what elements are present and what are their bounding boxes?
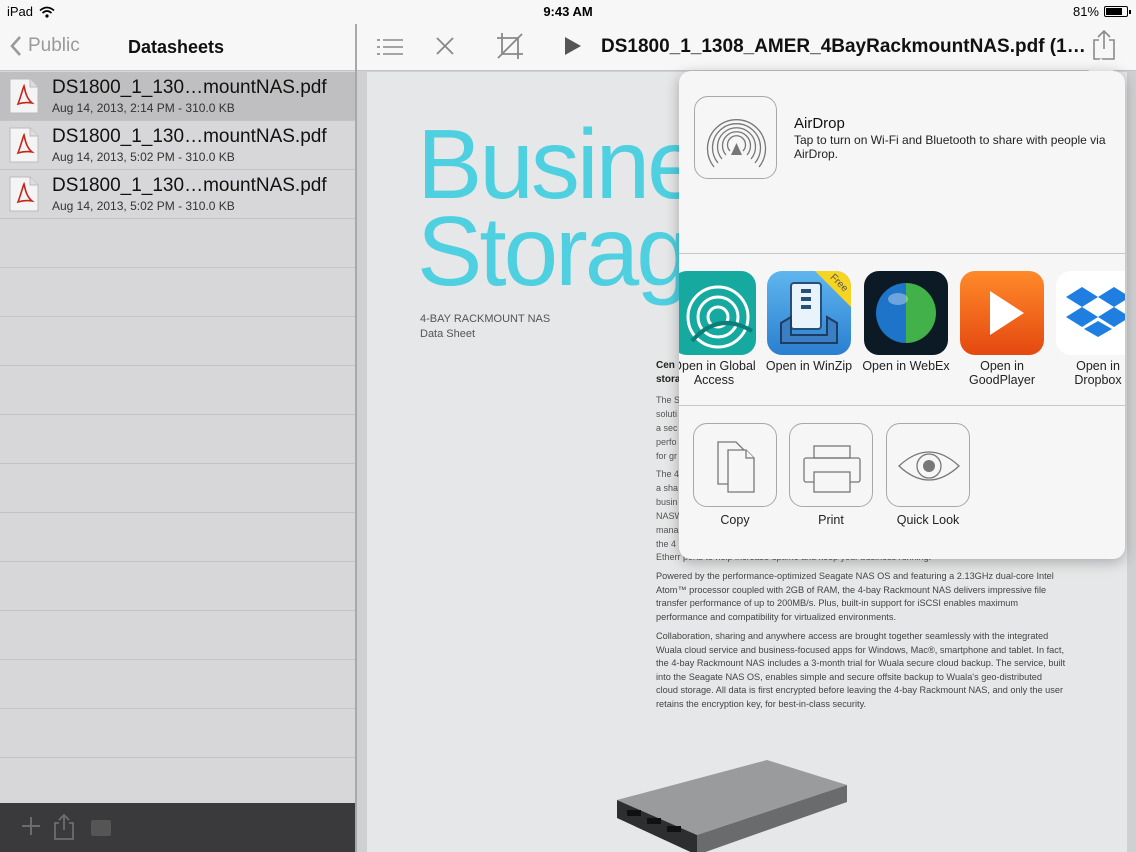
- file-name: DS1800_1_130…mountNAS.pdf: [52, 77, 327, 98]
- chevron-left-icon: [10, 36, 21, 56]
- text-fragment: The S: [656, 395, 681, 405]
- airdrop-title: AirDrop: [794, 115, 845, 132]
- airdrop-description: Tap to turn on Wi-Fi and Bluetooth to sh…: [794, 133, 1106, 161]
- file-meta: Aug 14, 2013, 5:02 PM - 310.0 KB: [52, 199, 235, 213]
- sidebar-toolbar: [0, 803, 355, 852]
- webex-icon: [864, 271, 948, 355]
- folder-icon[interactable]: [90, 817, 112, 837]
- print-icon: [789, 423, 873, 507]
- list-icon[interactable]: [377, 38, 403, 56]
- nas-device-image: [617, 760, 847, 852]
- add-icon[interactable]: [20, 815, 42, 837]
- text-fragment: mana: [656, 525, 679, 535]
- quick-look-action[interactable]: Quick Look: [883, 423, 973, 527]
- winzip-icon: Free: [767, 271, 851, 355]
- crop-icon[interactable]: [496, 32, 524, 60]
- clock: 9:43 AM: [543, 4, 593, 19]
- global-access-icon: [679, 271, 756, 355]
- empty-row: [0, 415, 355, 464]
- empty-row: [0, 611, 355, 660]
- text-fragment: soluti: [656, 409, 678, 419]
- sidebar-nav-bar: Public Datasheets: [0, 24, 355, 71]
- open-in-global-access[interactable]: Open in Global Access: [679, 271, 759, 387]
- pdf-file-icon: [9, 78, 39, 114]
- dropbox-icon: [1056, 271, 1125, 355]
- copy-action[interactable]: Copy: [690, 423, 780, 527]
- back-label: Public: [28, 35, 80, 56]
- pdf-file-icon: [9, 176, 39, 212]
- app-label: Open in WebEx: [862, 359, 950, 373]
- app-label: Open in WinZip: [765, 359, 853, 373]
- file-row[interactable]: DS1800_1_130…mountNAS.pdf Aug 14, 2013, …: [0, 170, 355, 219]
- body-paragraph: Collaboration, sharing and anywhere acce…: [656, 631, 1066, 709]
- share-sheet: AirDrop Tap to turn on Wi-Fi and Bluetoo…: [679, 71, 1125, 559]
- action-label: Copy: [720, 513, 750, 527]
- file-row[interactable]: DS1800_1_130…mountNAS.pdf Aug 14, 2013, …: [0, 121, 355, 170]
- file-name: DS1800_1_130…mountNAS.pdf: [52, 175, 327, 196]
- status-right: 81%: [1072, 4, 1131, 19]
- doc-type: Data Sheet: [420, 328, 476, 340]
- sidebar: Public Datasheets DS1800_1_130…mountNAS.…: [0, 0, 355, 852]
- open-in-winzip[interactable]: Free Open in WinZip: [764, 271, 854, 373]
- share-icon[interactable]: [53, 813, 75, 841]
- section-heading-fragment: Cen: [656, 360, 675, 371]
- close-icon[interactable]: [435, 36, 455, 56]
- file-row[interactable]: DS1800_1_130…mountNAS.pdf Aug 14, 2013, …: [0, 72, 355, 121]
- text-fragment: the 4: [656, 539, 677, 549]
- text-fragment: The 4: [656, 469, 680, 479]
- empty-row: [0, 513, 355, 562]
- empty-row: [0, 464, 355, 513]
- empty-row: [0, 366, 355, 415]
- headline-line-2: Storag: [417, 196, 691, 306]
- action-label: Quick Look: [896, 513, 960, 527]
- separator: [679, 253, 1125, 254]
- empty-row: [0, 709, 355, 758]
- sidebar-title: Datasheets: [128, 37, 225, 57]
- file-meta: Aug 14, 2013, 2:14 PM - 310.0 KB: [52, 101, 235, 115]
- open-in-webex[interactable]: Open in WebEx: [861, 271, 951, 373]
- airdrop-icon: [706, 119, 767, 168]
- share-icon[interactable]: [1092, 29, 1116, 61]
- empty-row: [0, 660, 355, 709]
- print-action[interactable]: Print: [786, 423, 876, 527]
- back-button[interactable]: Public: [9, 35, 80, 57]
- text-fragment: perfo: [656, 437, 677, 447]
- text-fragment: for gr: [656, 451, 678, 461]
- ipad-screen: Public Datasheets DS1800_1_130…mountNAS.…: [0, 0, 1136, 852]
- open-in-dropbox[interactable]: Open in Dropbox: [1053, 271, 1125, 387]
- battery-percent: 81%: [1072, 4, 1099, 19]
- empty-row: [0, 268, 355, 317]
- airdrop-button[interactable]: [694, 96, 777, 179]
- app-label: Open in Global Access: [679, 359, 756, 387]
- document-title: DS1800_1_1308_AMER_4BayRackmountNAS.pdf …: [601, 36, 1086, 57]
- status-bar: iPad 9:43 AM 81%: [0, 0, 1136, 24]
- empty-row: [0, 562, 355, 611]
- text-fragment: a sha: [656, 483, 679, 493]
- empty-row: [0, 219, 355, 268]
- app-label: Open in Dropbox: [1074, 359, 1122, 387]
- section-heading-fragment: stora: [656, 374, 681, 385]
- file-name: DS1800_1_130…mountNAS.pdf: [52, 126, 327, 147]
- document-toolbar: DS1800_1_1308_AMER_4BayRackmountNAS.pdf …: [357, 24, 1136, 71]
- product-name: 4-BAY RACKMOUNT NAS: [420, 313, 551, 325]
- text-fragment: a sec: [656, 423, 678, 433]
- pdf-file-icon: [9, 127, 39, 163]
- battery-icon: [1104, 6, 1131, 17]
- empty-row: [0, 317, 355, 366]
- body-paragraph: Powered by the performance-optimized Sea…: [656, 571, 1054, 622]
- file-list: DS1800_1_130…mountNAS.pdf Aug 14, 2013, …: [0, 72, 355, 758]
- text-fragment: busin: [656, 497, 678, 507]
- goodplayer-icon: [960, 271, 1044, 355]
- play-icon[interactable]: [564, 36, 582, 56]
- open-in-goodplayer[interactable]: Open in GoodPlayer: [957, 271, 1047, 387]
- eye-icon: [886, 423, 970, 507]
- separator: [679, 405, 1125, 406]
- copy-icon: [693, 423, 777, 507]
- file-meta: Aug 14, 2013, 5:02 PM - 310.0 KB: [52, 150, 235, 164]
- app-label: Open in GoodPlayer: [968, 359, 1035, 387]
- action-label: Print: [818, 513, 844, 527]
